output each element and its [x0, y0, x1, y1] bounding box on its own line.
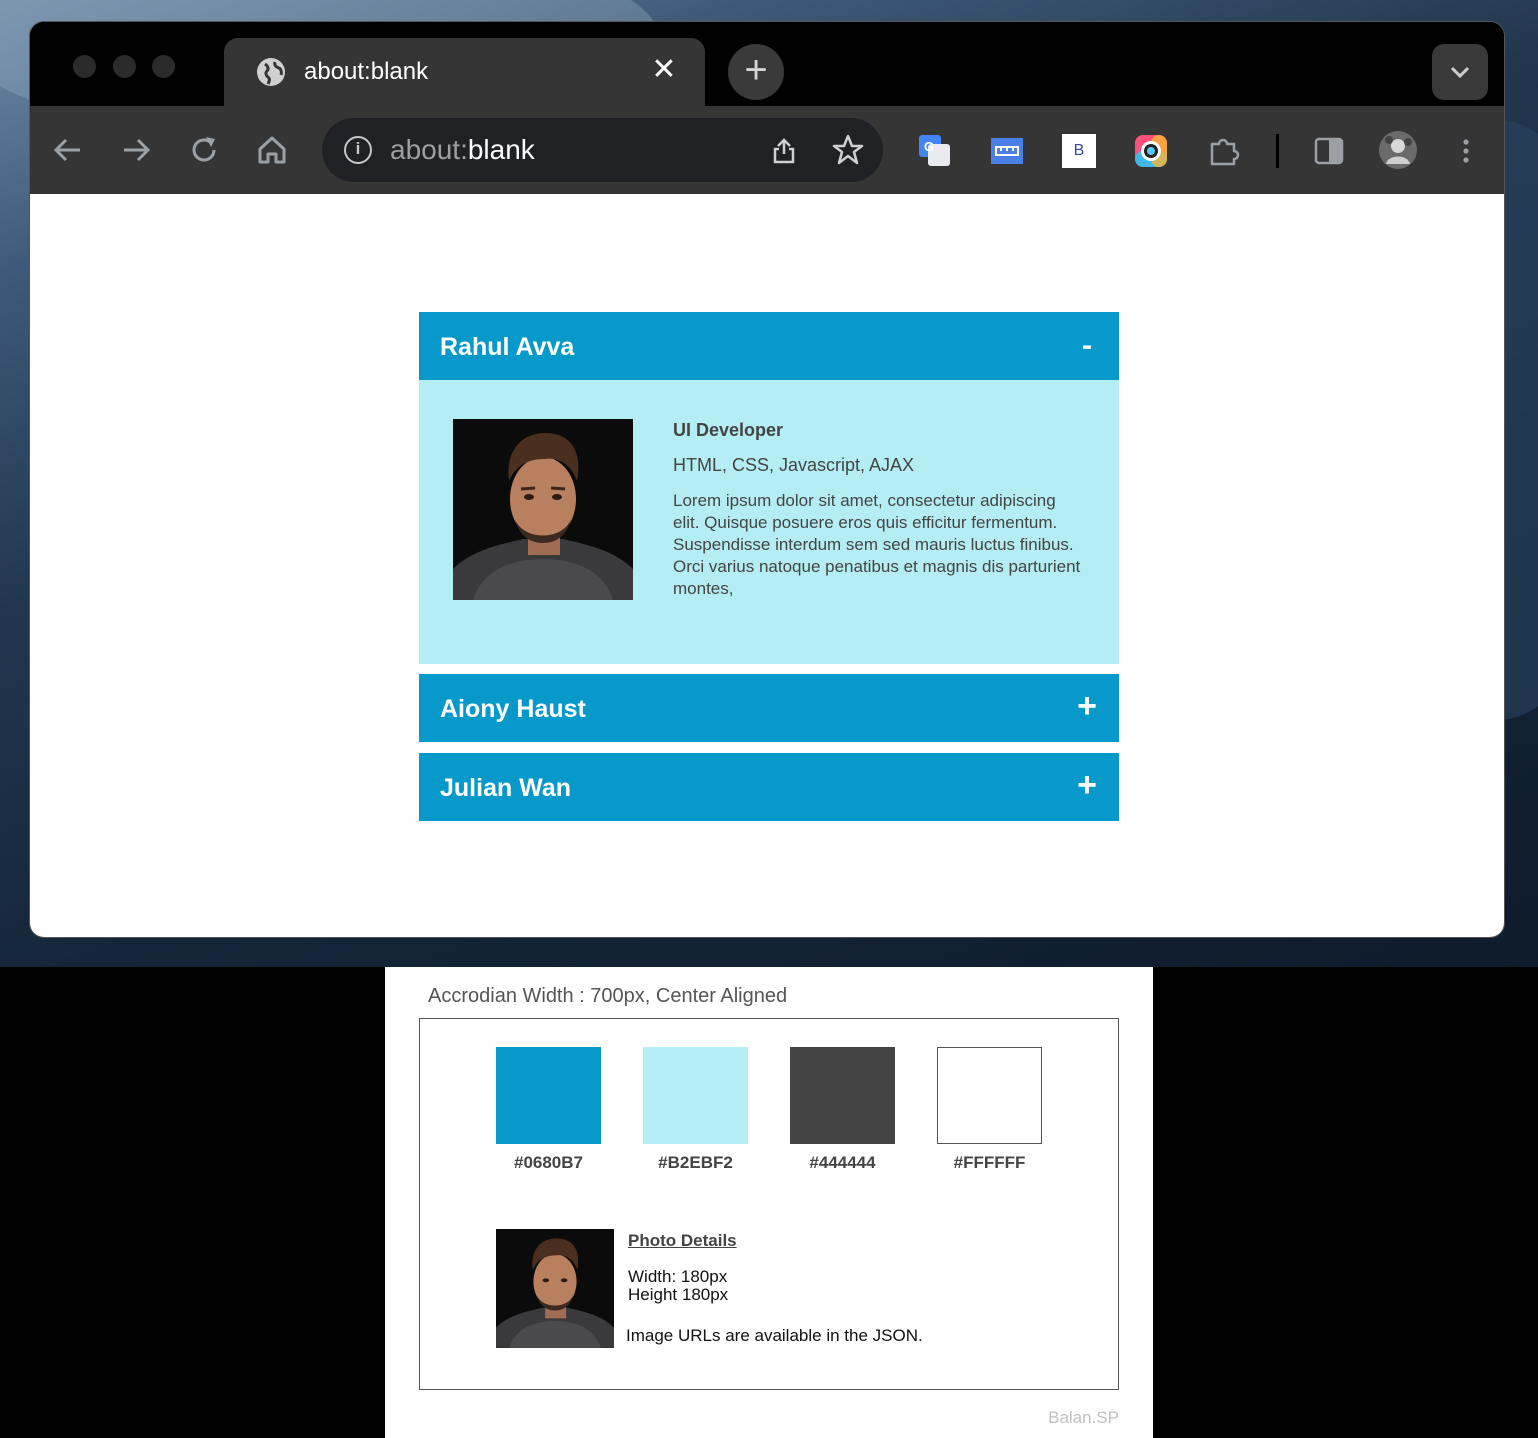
browser-tab[interactable]: about:blank ✕ — [224, 38, 705, 106]
more-menu-icon[interactable] — [1449, 134, 1483, 168]
expand-icon[interactable]: + — [1075, 767, 1099, 807]
expand-icon[interactable]: + — [1075, 688, 1099, 728]
minimize-window-button[interactable] — [113, 55, 136, 78]
job-title: UI Developer — [673, 420, 784, 440]
collapse-icon[interactable]: - — [1075, 326, 1099, 366]
color-swatch-blue — [496, 1047, 601, 1144]
browser-window: about:blank ✕ + i about:blank G B Rahul … — [30, 22, 1504, 937]
skills-list: HTML, CSS, Javascript, AJAX — [673, 455, 915, 475]
profile-details: UI Developer HTML, CSS, Javascript, AJAX… — [673, 420, 1083, 600]
spec-caption: Accrodian Width : 700px, Center Aligned — [428, 985, 788, 1007]
globe-icon — [257, 58, 285, 86]
page-viewport: Rahul Avva - UI Developer HTML, CSS, Jav… — [30, 194, 1504, 937]
url-text: about:blank — [390, 134, 535, 166]
design-spec-card: Accrodian Width : 700px, Center Aligned … — [385, 967, 1153, 1438]
accordion-title: Rahul Avva — [440, 333, 575, 361]
color-swatch-cyan — [643, 1047, 748, 1144]
reload-icon[interactable] — [184, 130, 224, 170]
accordion: Rahul Avva - UI Developer HTML, CSS, Jav… — [419, 312, 1119, 821]
side-panel-icon[interactable] — [1312, 134, 1346, 168]
close-window-button[interactable] — [73, 55, 96, 78]
color-swatch-white — [937, 1047, 1042, 1144]
address-bar[interactable]: i about:blank — [322, 118, 883, 182]
profile-description: Lorem ipsum dolor sit amet, consectetur … — [673, 491, 1081, 598]
url-scheme: about: — [390, 134, 468, 165]
ruler-icon[interactable] — [990, 134, 1024, 168]
accordion-panel-rahul: UI Developer HTML, CSS, Javascript, AJAX… — [419, 380, 1119, 664]
accordion-title: Julian Wan — [440, 774, 572, 802]
chevron-down-icon — [1450, 66, 1470, 79]
svg-text:G: G — [924, 139, 934, 154]
accordion-header-aiony[interactable]: Aiony Haust + — [419, 674, 1119, 742]
swatch-label: #B2EBF2 — [658, 1153, 733, 1172]
bold-extension-icon[interactable]: B — [1062, 134, 1096, 168]
tab-strip: about:blank ✕ + — [30, 22, 1504, 106]
photo-width: Width: 180px — [628, 1267, 728, 1286]
photo-details-heading: Photo Details — [628, 1231, 737, 1250]
zoom-window-button[interactable] — [152, 55, 175, 78]
profile-avatar[interactable] — [1378, 130, 1418, 170]
profile-photo — [453, 419, 633, 600]
swatch-label: #444444 — [809, 1153, 876, 1172]
accordion-header-rahul[interactable]: Rahul Avva - — [419, 312, 1119, 380]
url-path: blank — [467, 134, 535, 165]
tab-title: about:blank — [304, 58, 429, 85]
photo-height: Height 180px — [628, 1285, 729, 1304]
back-icon[interactable] — [48, 130, 88, 170]
color-picker-icon[interactable] — [1134, 134, 1168, 168]
tab-list-button[interactable] — [1432, 44, 1488, 100]
swatch-label: #FFFFFF — [953, 1153, 1026, 1172]
share-icon[interactable] — [768, 134, 800, 166]
browser-toolbar: i about:blank G B — [30, 106, 1504, 194]
accordion-title: Aiony Haust — [440, 695, 586, 723]
translate-icon[interactable]: G — [918, 134, 952, 168]
image-urls-note: Image URLs are available in the JSON. — [626, 1326, 923, 1345]
author-credit: Balan.SP — [1048, 1408, 1119, 1427]
color-swatch-gray — [790, 1047, 895, 1144]
sample-photo — [496, 1229, 614, 1348]
home-icon[interactable] — [252, 130, 292, 170]
new-tab-button[interactable]: + — [728, 44, 784, 100]
extensions-icon[interactable] — [1206, 134, 1240, 168]
forward-icon[interactable] — [116, 130, 156, 170]
star-icon[interactable] — [831, 133, 865, 167]
close-tab-icon[interactable]: ✕ — [650, 54, 678, 86]
swatch-label: #0680B7 — [513, 1153, 583, 1172]
spec-box: #0680B7 #B2EBF2 #444444 #FFFFFF Photo De… — [419, 1018, 1119, 1390]
accordion-header-julian[interactable]: Julian Wan + — [419, 753, 1119, 821]
toolbar-divider — [1276, 134, 1279, 168]
site-info-icon[interactable]: i — [344, 136, 372, 164]
